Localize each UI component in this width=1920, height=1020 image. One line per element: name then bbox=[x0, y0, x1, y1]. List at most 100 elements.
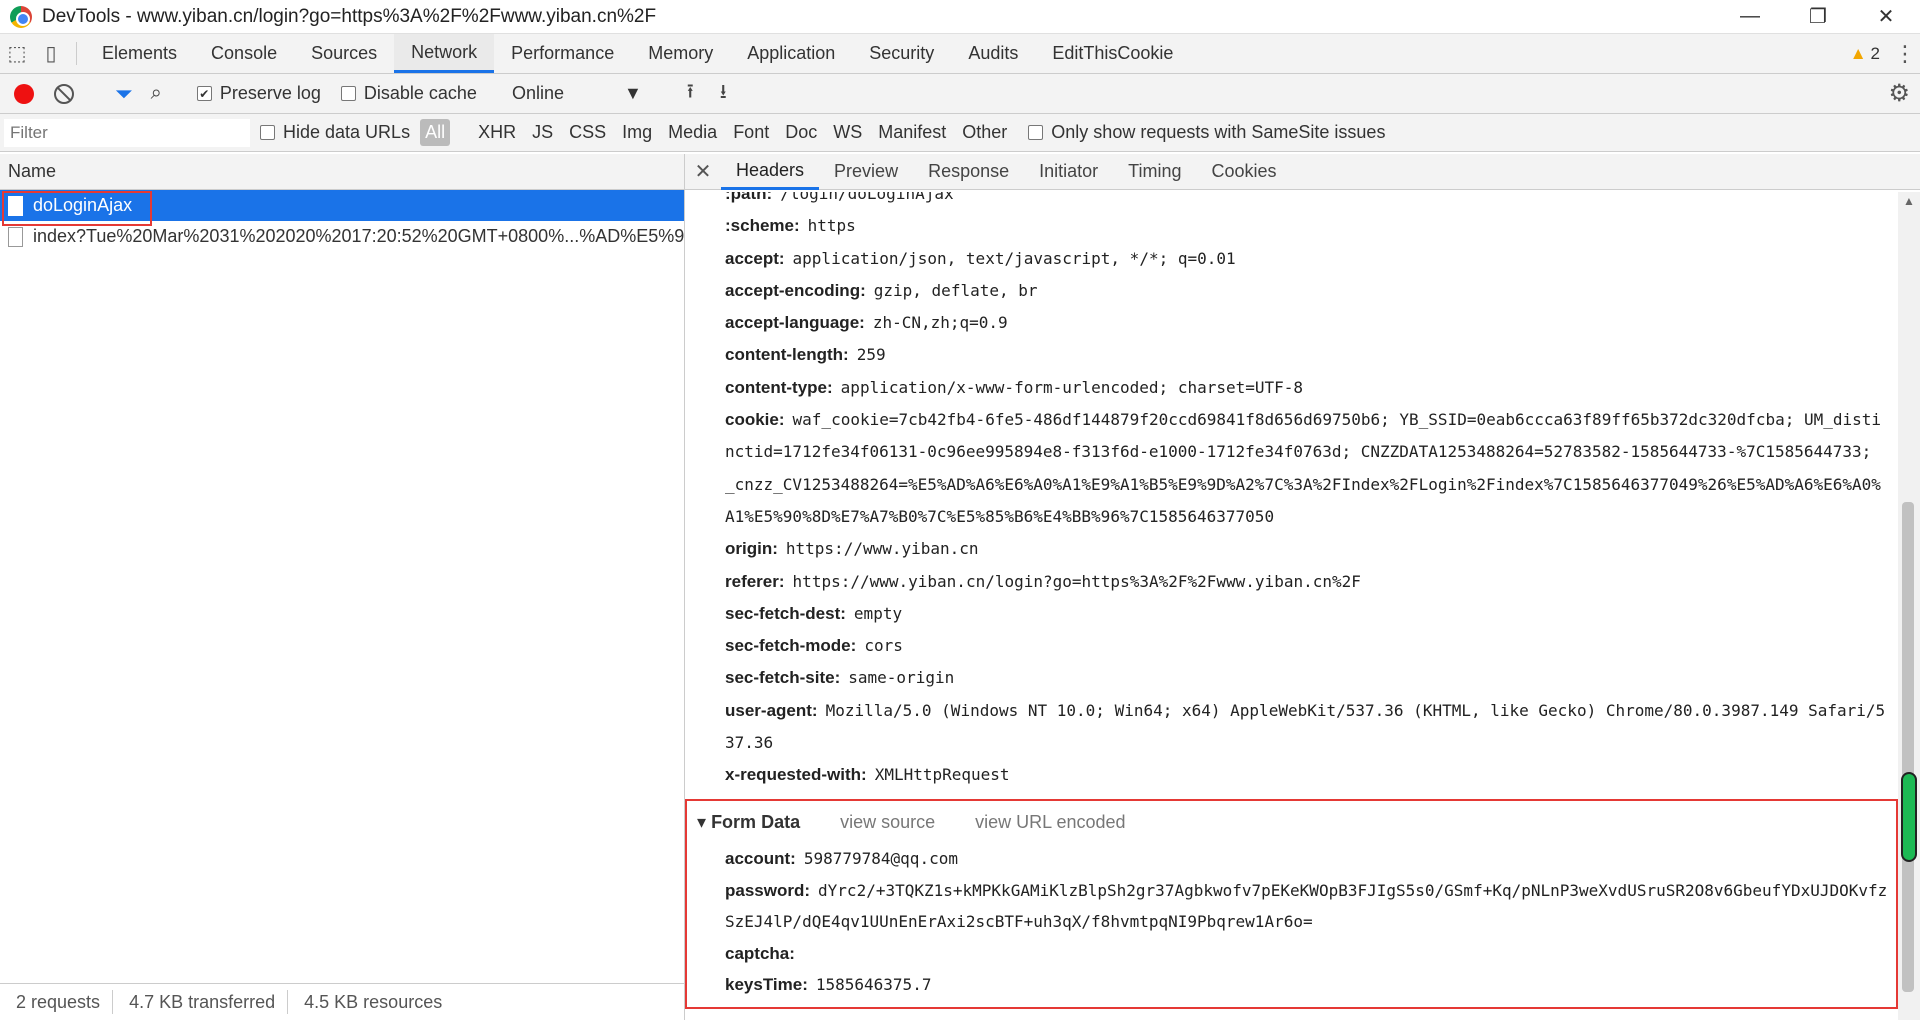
tab-memory[interactable]: Memory bbox=[631, 34, 730, 73]
header-key: accept-language: bbox=[725, 313, 865, 333]
filter-type-img[interactable]: Img bbox=[619, 120, 655, 145]
form-field: account: 598779784@qq.com bbox=[687, 843, 1896, 875]
filter-icon[interactable]: ⏷ bbox=[115, 81, 133, 107]
view-source-link[interactable]: view source bbox=[840, 812, 935, 833]
tab-initiator[interactable]: Initiator bbox=[1024, 154, 1113, 190]
filter-type-ws[interactable]: WS bbox=[830, 120, 865, 145]
close-detail-icon[interactable]: ✕ bbox=[685, 159, 721, 184]
tab-sources[interactable]: Sources bbox=[294, 34, 394, 73]
header-key: content-length: bbox=[725, 345, 849, 365]
tab-performance[interactable]: Performance bbox=[494, 34, 631, 73]
tab-console[interactable]: Console bbox=[194, 34, 294, 73]
settings-gear-icon[interactable]: ⚙ bbox=[1888, 79, 1910, 108]
vertical-scrollbar[interactable]: ▲ bbox=[1898, 192, 1920, 1020]
tab-application[interactable]: Application bbox=[730, 34, 852, 73]
clear-icon[interactable] bbox=[54, 83, 74, 104]
form-data-header: ▾ Form Data view source view URL encoded bbox=[687, 801, 1896, 843]
throttling-select[interactable]: Online ▼ bbox=[506, 83, 648, 104]
form-key: captcha: bbox=[725, 943, 795, 963]
header-value: 259 bbox=[856, 345, 886, 365]
header-key: sec-fetch-dest: bbox=[725, 603, 846, 623]
filter-input[interactable] bbox=[4, 118, 250, 147]
filter-type-all[interactable]: All bbox=[420, 119, 451, 146]
form-key: keysTime: bbox=[725, 975, 808, 994]
filter-type-manifest[interactable]: Manifest bbox=[875, 120, 949, 145]
header-line: accept: application/json, text/javascript… bbox=[685, 243, 1896, 275]
filter-type-xhr[interactable]: XHR bbox=[475, 120, 519, 145]
tab-security[interactable]: Security bbox=[852, 34, 951, 73]
header-line: x-requested-with: XMLHttpRequest bbox=[685, 759, 1896, 791]
chrome-logo-icon bbox=[10, 5, 32, 28]
form-value: 598779784@qq.com bbox=[803, 849, 958, 868]
minimize-button[interactable]: — bbox=[1716, 0, 1784, 34]
header-line: referer: https://www.yiban.cn/login?go=ht… bbox=[685, 566, 1896, 598]
import-har-icon[interactable]: ⭱ bbox=[687, 77, 694, 111]
tab-audits[interactable]: Audits bbox=[951, 34, 1035, 73]
close-window-button[interactable]: ✕ bbox=[1852, 0, 1920, 34]
tab-editthiscookie[interactable]: EditThisCookie bbox=[1035, 34, 1190, 73]
header-line: content-type: application/x-www-form-urle… bbox=[685, 372, 1896, 404]
filter-type-doc[interactable]: Doc bbox=[782, 120, 820, 145]
form-data-toggle[interactable]: ▾ Form Data bbox=[697, 812, 800, 833]
tab-preview[interactable]: Preview bbox=[819, 154, 913, 190]
hide-data-urls-checkbox[interactable]: Hide data URLs bbox=[260, 122, 410, 143]
samesite-checkbox[interactable]: Only show requests with SameSite issues bbox=[1028, 122, 1385, 143]
header-line: origin: https://www.yiban.cn bbox=[685, 533, 1896, 565]
header-line: sec-fetch-mode: cors bbox=[685, 630, 1896, 662]
divider bbox=[76, 42, 77, 65]
disable-cache-checkbox[interactable]: Disable cache bbox=[340, 83, 477, 104]
request-detail-panel: ✕ Headers Preview Response Initiator Tim… bbox=[685, 154, 1920, 1020]
header-line: cookie: waf_cookie=7cb42fb4-6fe5-486df144… bbox=[685, 404, 1896, 533]
view-url-encoded-link[interactable]: view URL encoded bbox=[975, 812, 1125, 833]
preserve-log-checkbox[interactable]: ✔ Preserve log bbox=[196, 83, 321, 104]
request-row-index[interactable]: index?Tue%20Mar%2031%202020%2017:20:52%2… bbox=[0, 221, 684, 252]
filter-bar: Hide data URLs All XHR JS CSS Img Media … bbox=[0, 114, 1920, 152]
header-line: accept-encoding: gzip, deflate, br bbox=[685, 275, 1896, 307]
header-value: /login/doLoginAjax bbox=[780, 192, 954, 203]
filter-type-js[interactable]: JS bbox=[529, 120, 556, 145]
scroll-up-icon[interactable]: ▲ bbox=[1903, 194, 1915, 208]
form-key: password: bbox=[725, 880, 811, 900]
record-icon[interactable] bbox=[14, 83, 34, 104]
filter-type-font[interactable]: Font bbox=[730, 120, 772, 145]
form-key: account: bbox=[725, 849, 796, 868]
inspect-element-icon[interactable]: ⬚ bbox=[0, 34, 34, 73]
form-data-title: Form Data bbox=[711, 811, 801, 832]
name-column-header[interactable]: Name bbox=[0, 154, 684, 190]
header-value: gzip, deflate, br bbox=[873, 280, 1038, 300]
search-icon[interactable]: ⌕ bbox=[151, 82, 162, 105]
filter-type-media[interactable]: Media bbox=[665, 120, 720, 145]
header-key: accept-encoding: bbox=[725, 280, 866, 300]
header-value: https://www.yiban.cn bbox=[785, 539, 979, 559]
disable-cache-label: Disable cache bbox=[363, 83, 477, 103]
form-data-section: ▾ Form Data view source view URL encoded… bbox=[685, 799, 1898, 1009]
device-toolbar-icon[interactable]: ▯ bbox=[34, 34, 68, 73]
tab-elements[interactable]: Elements bbox=[85, 34, 194, 73]
scrollbar-thumb[interactable] bbox=[1902, 502, 1914, 992]
tab-timing[interactable]: Timing bbox=[1113, 154, 1196, 190]
form-field: captcha: bbox=[687, 938, 1896, 970]
header-line: :path: /login/doLoginAjax bbox=[685, 192, 1896, 210]
header-line: sec-fetch-dest: empty bbox=[685, 598, 1896, 630]
warnings-indicator[interactable]: ▲ 2 bbox=[1840, 34, 1890, 73]
tab-response[interactable]: Response bbox=[913, 154, 1024, 190]
header-line: content-length: 259 bbox=[685, 339, 1896, 371]
header-value: Mozilla/5.0 (Windows NT 10.0; Win64; x64… bbox=[725, 700, 1886, 753]
header-value: zh-CN,zh;q=0.9 bbox=[872, 313, 1008, 333]
panel-tabs: ⬚ ▯ Elements Console Sources Network Per… bbox=[0, 34, 1920, 74]
header-value: waf_cookie=7cb42fb4-6fe5-486df144879f20c… bbox=[725, 410, 1882, 526]
header-value: XMLHttpRequest bbox=[874, 765, 1010, 785]
header-value: application/json, text/javascript, */*; … bbox=[792, 248, 1236, 268]
more-options-icon[interactable]: ⋮ bbox=[1890, 34, 1920, 73]
detail-tabs: ✕ Headers Preview Response Initiator Tim… bbox=[685, 154, 1920, 190]
filter-type-other[interactable]: Other bbox=[959, 120, 1010, 145]
restore-button[interactable]: ❐ bbox=[1784, 0, 1852, 34]
tab-network[interactable]: Network bbox=[394, 34, 495, 73]
filter-type-css[interactable]: CSS bbox=[566, 120, 609, 145]
warning-icon: ▲ bbox=[1849, 43, 1867, 63]
tab-headers[interactable]: Headers bbox=[721, 154, 820, 190]
request-row-dologinajax[interactable]: doLoginAjax bbox=[0, 190, 684, 221]
samesite-label: Only show requests with SameSite issues bbox=[1051, 122, 1386, 142]
tab-cookies[interactable]: Cookies bbox=[1197, 154, 1292, 190]
export-har-icon[interactable]: ⭳ bbox=[720, 77, 727, 111]
